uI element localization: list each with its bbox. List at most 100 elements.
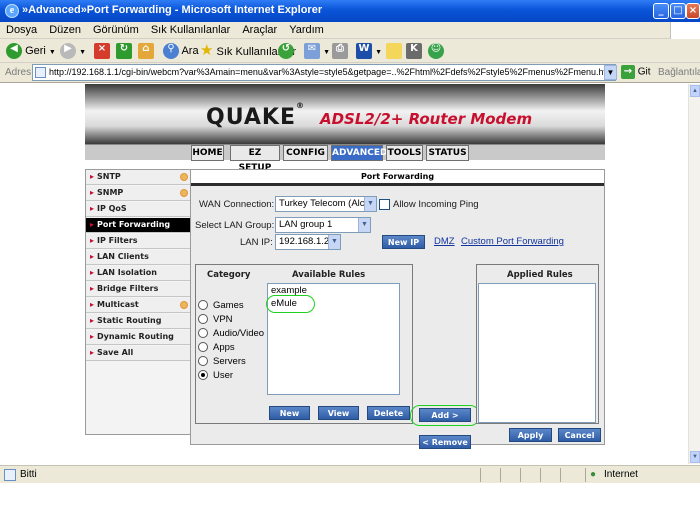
search-button[interactable]: ⚲ Ara [163, 42, 199, 60]
edit-word-button[interactable]: W ▼ [356, 42, 382, 60]
menu-view[interactable]: Görünüm [87, 22, 145, 36]
sidebar-item-lan-isolation[interactable]: ▸ LAN Isolation [86, 266, 190, 281]
nav-tab-home[interactable]: HOME [191, 145, 224, 161]
sidebar-item-label: IP Filters [97, 236, 138, 245]
notes-button[interactable] [386, 42, 402, 60]
dmz-link[interactable]: DMZ [434, 236, 455, 247]
menu-file[interactable]: Dosya [0, 22, 43, 36]
sidebar-item-ip-filters[interactable]: ▸ IP Filters [86, 234, 190, 249]
add-rule-button[interactable]: Add > [419, 408, 471, 422]
category-radio-user[interactable] [198, 370, 208, 380]
menubar: Dosya Düzen Görünüm Sık Kullanılanlar Araçla… [0, 22, 700, 39]
back-button[interactable]: ◀ Geri ▼ [6, 42, 56, 60]
status-bar: Bitti ● Internet [0, 465, 700, 483]
search-icon: ⚲ [163, 43, 179, 60]
cancel-button[interactable]: Cancel [558, 428, 601, 442]
nav-tab-advanced[interactable]: ADVANCED [331, 145, 388, 161]
view-rule-button[interactable]: View [318, 406, 359, 420]
allow-ping-label: Allow Incoming Ping [393, 199, 479, 210]
allow-ping-checkbox[interactable] [379, 199, 390, 210]
mail-icon: ✉ [304, 43, 320, 60]
category-radio-vpn[interactable] [198, 314, 208, 324]
menu-edit[interactable]: Düzen [43, 22, 87, 36]
stop-button[interactable]: × [94, 42, 110, 60]
scroll-down-icon[interactable]: ▼ [690, 451, 700, 463]
forward-button[interactable]: ▶ ▼ [60, 42, 86, 60]
history-button[interactable]: ↺ [278, 42, 294, 60]
sidebar-item-port-forwarding[interactable]: ▸ Port Forwarding [86, 218, 190, 233]
menu-favorites[interactable]: Sık Kullanılanlar [145, 22, 237, 36]
advanced-sidebar: ▸ SNTP ▸ SNMP ▸ IP QoS ▸ Port Forwarding ▸ IP… [85, 169, 191, 435]
category-radio-servers[interactable] [198, 356, 208, 366]
mail-button[interactable]: ✉ ▼ [304, 42, 330, 60]
new-rule-button[interactable]: New [269, 406, 310, 420]
address-dropdown-icon[interactable]: ▼ [604, 65, 617, 80]
notes-icon [386, 43, 402, 60]
messenger-button[interactable]: ☺ [428, 42, 444, 60]
apply-button[interactable]: Apply [509, 428, 552, 442]
custom-port-forwarding-link[interactable]: Custom Port Forwarding [461, 236, 564, 247]
highlight-ring-emule [266, 295, 315, 313]
forward-arrow-icon: ▶ [60, 43, 76, 60]
home-button[interactable]: ⌂ [138, 42, 154, 60]
main-nav: HOME EZ SETUP CONFIG ADVANCED TOOLS STAT… [85, 144, 605, 173]
lan-group-select[interactable]: LAN group 1 ▼ [275, 217, 371, 233]
category-radio-audio-video[interactable] [198, 328, 208, 338]
address-input[interactable]: http://192.168.1.1/cgi-bin/webcm?var%3Am… [32, 64, 616, 81]
search-label: Ara [181, 45, 199, 57]
category-radio-apps[interactable] [198, 342, 208, 352]
sidebar-item-label: IP QoS [97, 204, 127, 213]
sidebar-item-label: Bridge Filters [97, 284, 159, 293]
new-ip-button[interactable]: New IP [382, 235, 425, 249]
refresh-button[interactable]: ↻ [116, 42, 132, 60]
sidebar-item-dynamic-routing[interactable]: ▸ Dynamic Routing [86, 330, 190, 345]
port-forwarding-panel: Port Forwarding WAN Connection: Turkey T… [190, 169, 605, 449]
nav-tab-config[interactable]: CONFIG [283, 145, 328, 161]
print-button[interactable]: ⎙ [332, 42, 348, 60]
menu-tools[interactable]: Araçlar [236, 22, 283, 36]
back-arrow-icon: ◀ [6, 43, 22, 60]
sidebar-item-snmp[interactable]: ▸ SNMP [86, 186, 190, 201]
maximize-button[interactable]: □ [670, 3, 686, 19]
wan-connection-select[interactable]: Turkey Telecom (Alca ▼ [275, 196, 377, 212]
sidebar-item-static-routing[interactable]: ▸ Static Routing [86, 314, 190, 329]
sidebar-item-label: Port Forwarding [97, 220, 171, 229]
status-dot-icon [180, 189, 188, 197]
lan-ip-select[interactable]: 192.168.1.2 ▼ [275, 234, 341, 250]
trademark: ® [296, 101, 305, 110]
category-title: Category [207, 270, 251, 280]
scroll-up-icon[interactable]: ▲ [690, 85, 700, 97]
home-icon: ⌂ [138, 43, 154, 60]
menu-help[interactable]: Yardım [283, 22, 330, 36]
browser-toolbar: ◀ Geri ▼ ▶ ▼ × ↻ ⌂ ⚲ Ara ★ Sık Kullanıla… [0, 39, 700, 63]
applied-rules-list[interactable] [478, 283, 596, 423]
minimize-button[interactable]: _ [653, 3, 669, 19]
address-url: http://192.168.1.1/cgi-bin/webcm?var%3Am… [49, 67, 615, 77]
nav-tab-status[interactable]: STATUS [426, 145, 469, 161]
nav-tab-tools[interactable]: TOOLS [386, 145, 423, 161]
sidebar-item-sntp[interactable]: ▸ SNTP [86, 170, 190, 185]
sidebar-item-multicast[interactable]: ▸ Multicast [86, 298, 190, 313]
caret-right-icon: ▸ [90, 300, 95, 309]
vertical-scrollbar[interactable]: ▲ ▼ [688, 84, 700, 464]
go-label: Git [637, 66, 651, 78]
close-button[interactable]: × [686, 3, 700, 19]
sidebar-item-label: Multicast [97, 300, 139, 309]
research-button[interactable]: K [406, 42, 422, 60]
links-label[interactable]: Bağlantılar [658, 67, 700, 78]
brand-logo: QUAKE ® [206, 101, 304, 130]
sidebar-item-save-all[interactable]: ▸ Save All [86, 346, 190, 361]
remove-rule-button[interactable]: < Remove [419, 435, 471, 449]
sidebar-item-bridge-filters[interactable]: ▸ Bridge Filters [86, 282, 190, 297]
category-radio-games[interactable] [198, 300, 208, 310]
go-button[interactable]: → Git [621, 65, 651, 79]
status-text: Bitti [20, 469, 37, 480]
sidebar-item-label: SNTP [97, 172, 121, 181]
delete-rule-button[interactable]: Delete [367, 406, 410, 420]
chevron-down-icon: ▼ [364, 197, 376, 211]
sidebar-item-ip-qos[interactable]: ▸ IP QoS [86, 202, 190, 217]
nav-tab-ez-setup[interactable]: EZ SETUP [230, 145, 280, 173]
research-icon: K [406, 43, 422, 60]
sidebar-item-lan-clients[interactable]: ▸ LAN Clients [86, 250, 190, 265]
chevron-down-icon: ▼ [328, 235, 340, 249]
